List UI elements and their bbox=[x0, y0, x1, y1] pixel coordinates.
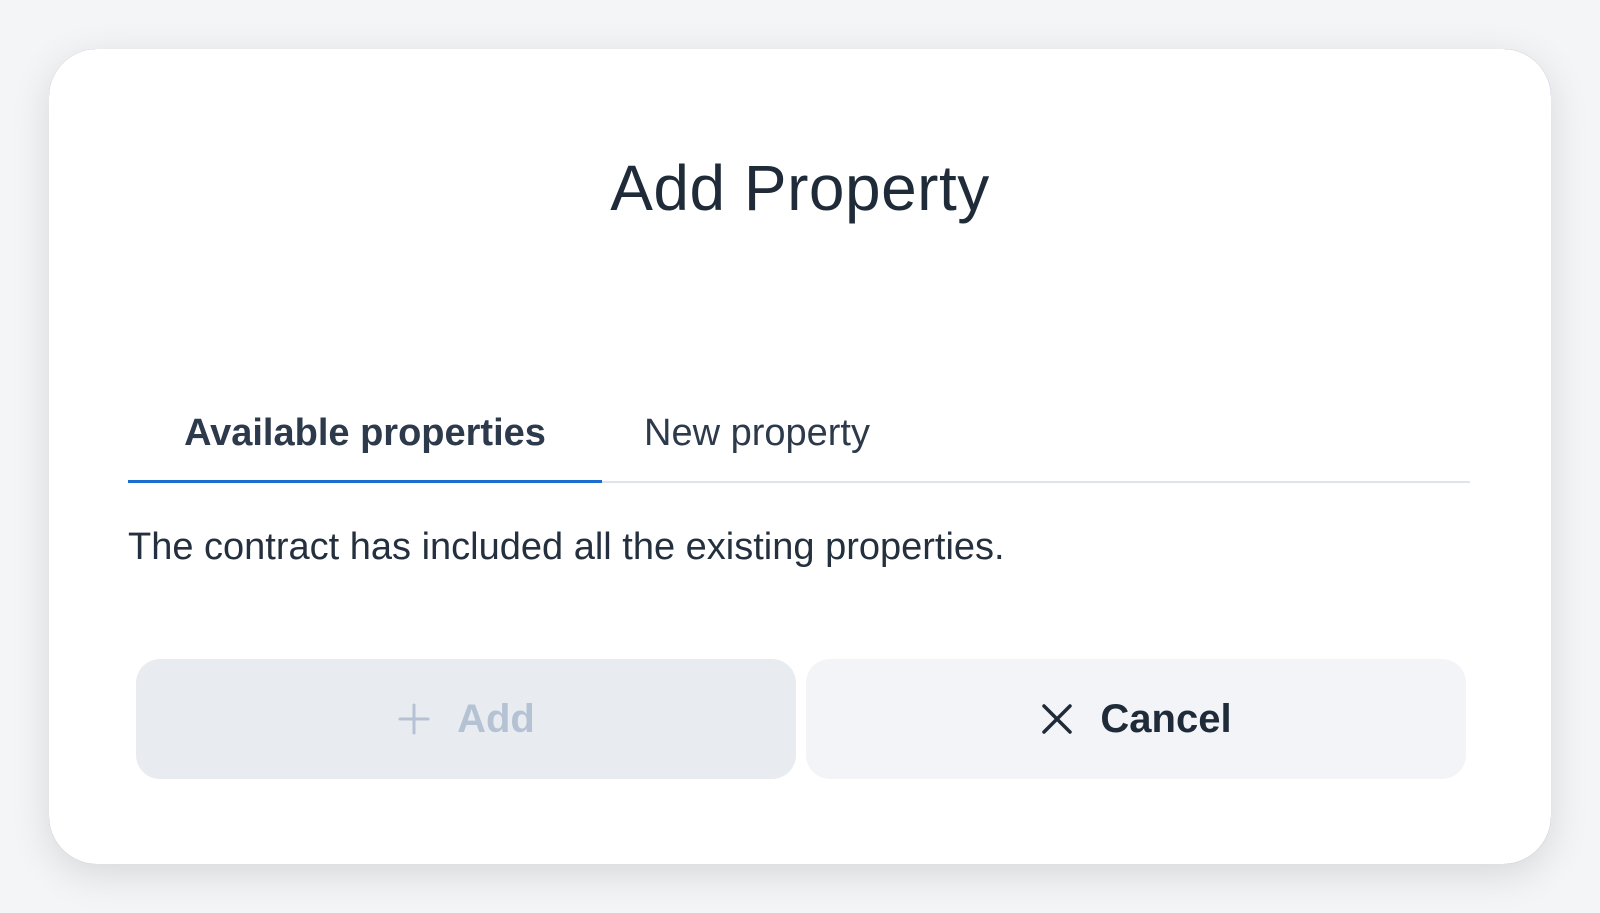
tab-new-property[interactable]: New property bbox=[602, 385, 912, 481]
plus-icon bbox=[397, 702, 431, 736]
empty-state-message: The contract has included all the existi… bbox=[128, 526, 1005, 568]
tab-bar: Available properties New property bbox=[128, 385, 1470, 483]
add-property-dialog: Add Property Available properties New pr… bbox=[49, 49, 1551, 864]
cancel-button-label: Cancel bbox=[1100, 696, 1232, 741]
close-icon bbox=[1040, 702, 1074, 736]
dialog-title: Add Property bbox=[610, 152, 990, 224]
add-button-label: Add bbox=[457, 696, 535, 741]
tab-available-properties[interactable]: Available properties bbox=[128, 385, 602, 483]
add-button[interactable]: Add bbox=[136, 659, 796, 779]
cancel-button[interactable]: Cancel bbox=[806, 659, 1466, 779]
